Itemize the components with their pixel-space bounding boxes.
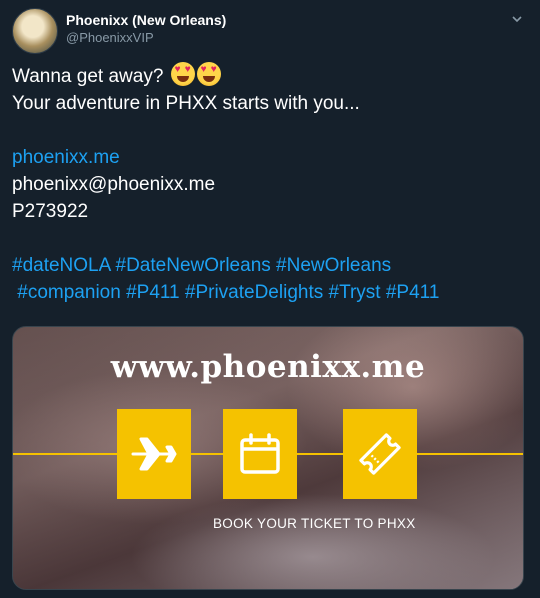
email-text: phoenixx@phoenixx.me xyxy=(12,174,216,195)
code-text: P273922 xyxy=(12,201,89,222)
user-handle[interactable]: @PhoenixxVIP xyxy=(66,30,154,45)
tweet-line-2: Your adventure in PHXX starts with you..… xyxy=(12,93,360,114)
media-site-text: www.phoenixx.me xyxy=(110,349,426,385)
hashtags-line-1[interactable]: #dateNOLA #DateNewOrleans #NewOrleans xyxy=(12,252,522,279)
book-ticket-text: BOOK YOUR TICKET TO PHXX xyxy=(213,516,416,531)
tweet-media-image[interactable]: www.phoenixx.me BOOK YOUR TICKET TO PHXX xyxy=(12,326,524,590)
tweet-text: Wanna get away? Your adventure in PHXX s… xyxy=(12,62,522,306)
ticket-icon xyxy=(359,433,401,475)
heart-eyes-emoji-icon xyxy=(170,62,195,86)
avatar[interactable] xyxy=(12,8,58,54)
calendar-icon xyxy=(240,433,280,474)
ticket-tile xyxy=(343,409,417,499)
calendar-tile xyxy=(223,409,297,499)
airplane-icon xyxy=(131,437,177,471)
hashtags-line-2[interactable]: #companion #P411 #PrivateDelights #Tryst… xyxy=(12,279,522,306)
tweet[interactable]: Phoenixx (New Orleans) @PhoenixxVIP Wann… xyxy=(0,0,540,598)
airplane-tile xyxy=(117,409,191,499)
heart-eyes-emoji-icon xyxy=(196,62,221,86)
chevron-down-icon[interactable] xyxy=(510,12,524,26)
tweet-line-1: Wanna get away? xyxy=(12,66,164,87)
website-link[interactable]: phoenixx.me xyxy=(12,144,522,171)
display-name[interactable]: Phoenixx (New Orleans) xyxy=(66,12,226,28)
